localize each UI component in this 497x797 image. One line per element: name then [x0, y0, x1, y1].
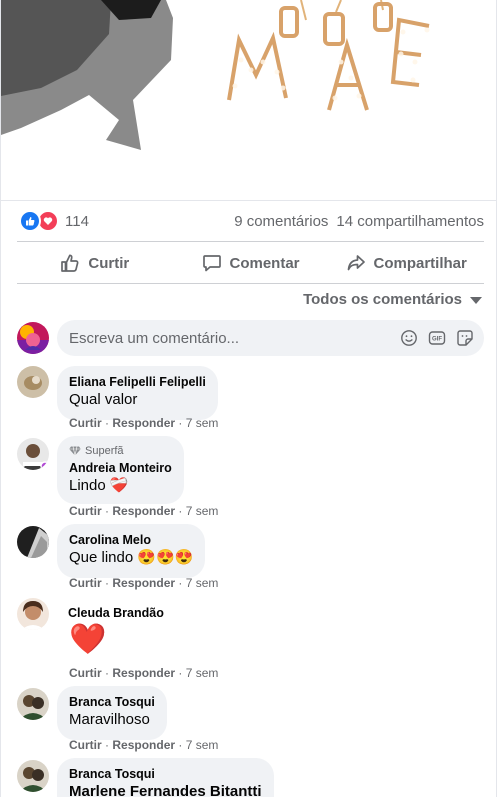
mentioned-user-link[interactable]: Marlene Fernandes Bitantti: [69, 782, 262, 797]
comment-author[interactable]: Branca Tosqui: [69, 766, 262, 782]
avatar[interactable]: [17, 526, 49, 558]
comment-input-placeholder: Escreva um comentário...: [69, 329, 240, 347]
comment-bubble: Branca Tosqui Maravilhoso: [57, 686, 167, 740]
comments-filter-label: Todos os comentários: [303, 291, 462, 308]
comment-like-link[interactable]: Curtir: [69, 416, 102, 430]
comment-author[interactable]: Cleuda Brandão: [68, 605, 164, 621]
comment-reply-link[interactable]: Responder: [112, 416, 175, 430]
top-fan-label: Superfã: [85, 445, 124, 457]
avatar[interactable]: [17, 598, 49, 630]
post-frame: 114 9 comentários 14 compartilhamentos C…: [0, 0, 497, 797]
sticker-icon[interactable]: [456, 329, 474, 347]
comment-bubble: Carolina Melo Que lindo 😍😍😍: [57, 524, 206, 578]
share-icon: [347, 255, 365, 271]
comments-filter-dropdown[interactable]: Todos os comentários: [303, 291, 482, 308]
comment-text: Que lindo 😍😍😍: [69, 549, 194, 566]
comment-meta: Curtir · Responder · 7 sem: [69, 666, 219, 680]
post-actions: Curtir Comentar Compartilhar: [17, 244, 484, 282]
avatar[interactable]: [17, 760, 49, 792]
thumbs-up-icon: [61, 254, 79, 272]
comment-bubble: Superfã Andreia Monteiro Lindo ❤️‍🩹: [57, 436, 184, 504]
like-button[interactable]: Curtir: [17, 244, 173, 282]
like-reaction-icon: [19, 210, 41, 232]
share-button[interactable]: Compartilhar: [328, 244, 484, 282]
comment-timestamp[interactable]: 7 sem: [186, 738, 219, 752]
emoji-icon[interactable]: [400, 329, 418, 347]
avatar[interactable]: [17, 688, 49, 720]
comment-timestamp[interactable]: 7 sem: [186, 576, 219, 590]
top-fan-badge[interactable]: Superfã: [69, 444, 172, 458]
comment-author[interactable]: Carolina Melo: [69, 532, 193, 548]
comments-count-link[interactable]: 9 comentários: [234, 213, 328, 230]
reactions-count: 114: [65, 212, 89, 230]
comment-timestamp[interactable]: 7 sem: [186, 666, 219, 680]
comment-icon: [202, 255, 221, 272]
comment-reply-link[interactable]: Responder: [112, 666, 175, 680]
caret-down-icon: [470, 297, 482, 304]
avatar[interactable]: [17, 438, 49, 470]
comment-text: Qual valor: [69, 391, 138, 408]
heart-eyes-emoji: 😍😍😍: [137, 549, 194, 566]
comment-author[interactable]: Branca Tosqui: [69, 694, 155, 710]
comment-composer: Escreva um comentário... GIF: [17, 320, 484, 356]
comment-meta: Curtir · Responder · 7 sem: [69, 416, 219, 430]
comment-meta: Curtir · Responder · 7 sem: [69, 738, 219, 752]
comment-like-link[interactable]: Curtir: [69, 504, 102, 518]
bandaged-heart-emoji: ❤️‍🩹: [109, 477, 129, 494]
comment-bubble: Eliana Felipelli Felipelli Qual valor: [57, 366, 218, 420]
comment-bubble: Branca Tosqui Marlene Fernandes Bitantti: [57, 758, 274, 797]
divider: [17, 283, 484, 284]
svg-text:GIF: GIF: [432, 337, 442, 343]
comment-like-link[interactable]: Curtir: [69, 738, 102, 752]
comment-reply-link[interactable]: Responder: [112, 738, 175, 752]
heart-emoji: ❤️: [69, 623, 107, 656]
share-button-label: Compartilhar: [373, 254, 467, 272]
comment-like-link[interactable]: Curtir: [69, 576, 102, 590]
diamond-icon: [69, 446, 81, 456]
comment-button[interactable]: Comentar: [173, 244, 329, 282]
comment-reply-link[interactable]: Responder: [112, 504, 175, 518]
comment-like-link[interactable]: Curtir: [69, 666, 102, 680]
like-button-label: Curtir: [88, 254, 130, 272]
post-image[interactable]: [1, 0, 496, 201]
comment-input[interactable]: Escreva um comentário... GIF: [57, 320, 484, 356]
comment-meta: Curtir · Responder · 7 sem: [69, 504, 219, 518]
shares-count-link[interactable]: 14 compartilhamentos: [336, 213, 484, 230]
avatar[interactable]: [17, 366, 49, 398]
comment-text: Lindo ❤️‍🩹: [69, 477, 129, 494]
comment-author[interactable]: Eliana Felipelli Felipelli: [69, 374, 206, 390]
divider: [17, 241, 484, 242]
comment-meta: Curtir · Responder · 7 sem: [69, 576, 219, 590]
comment-text: Maravilhoso: [69, 711, 150, 728]
comment-author[interactable]: Andreia Monteiro: [69, 460, 172, 476]
comment-timestamp[interactable]: 7 sem: [186, 416, 219, 430]
avatar[interactable]: [17, 322, 49, 354]
comment-button-label: Comentar: [229, 254, 300, 272]
reactions-summary[interactable]: 114: [19, 210, 89, 232]
comment-reply-link[interactable]: Responder: [112, 576, 175, 590]
comment-timestamp[interactable]: 7 sem: [186, 504, 219, 518]
gif-icon[interactable]: GIF: [428, 329, 446, 347]
post-stats: 114 9 comentários 14 compartilhamentos: [19, 208, 484, 234]
